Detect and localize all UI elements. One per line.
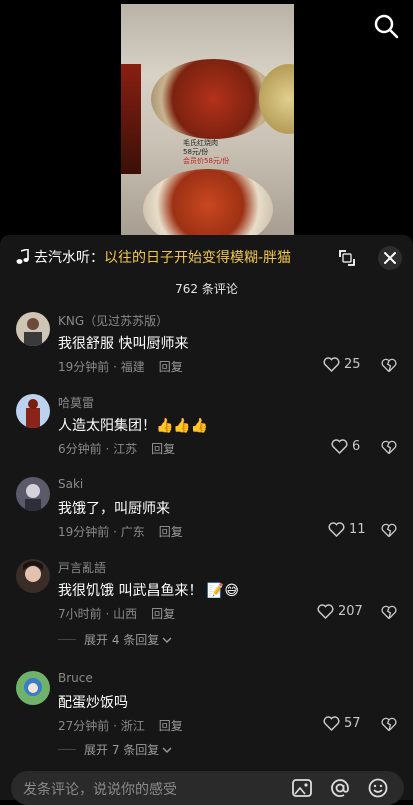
- food-image-top: [151, 59, 276, 139]
- comment-meta: 6分钟前 · 江苏 回复: [58, 440, 175, 457]
- reply-button[interactable]: 回复: [159, 360, 183, 374]
- comment-text: 配蛋炒饭吗: [58, 695, 128, 711]
- like-button[interactable]: 25: [323, 357, 361, 372]
- emoji-icon: [368, 778, 388, 798]
- menu-label: 毛氏红烧肉 58元/份 会员价58元/份: [183, 139, 263, 166]
- music-prefix: 去汽水听：: [34, 250, 104, 266]
- broken-heart-icon: [381, 440, 397, 455]
- avatar[interactable]: [16, 671, 50, 705]
- comment-count: 762 条评论: [175, 282, 238, 296]
- username[interactable]: Saki: [58, 477, 83, 491]
- music-link[interactable]: 去汽水听： 以往的日子开始变得模糊-胖猫: [16, 247, 291, 267]
- comment-meta: 19分钟前 · 广东 回复: [58, 523, 183, 540]
- menu-member-price: 会员价58元/份: [183, 157, 230, 165]
- heart-icon: [317, 604, 334, 619]
- broken-heart-icon: [381, 358, 397, 373]
- like-button[interactable]: 57: [323, 716, 361, 731]
- username[interactable]: 戸言亂語: [58, 559, 106, 576]
- like-button[interactable]: 6: [331, 439, 360, 454]
- comment-input-placeholder: 发条评论，说说你的感受: [23, 782, 177, 798]
- comment-time-location: 19分钟前 · 广东: [58, 525, 145, 539]
- dislike-button[interactable]: [381, 605, 397, 621]
- broken-heart-icon: [381, 523, 397, 538]
- image-button[interactable]: [291, 777, 313, 799]
- reply-button[interactable]: 回复: [159, 719, 183, 733]
- comment-time-location: 7小时前 · 山西: [58, 607, 138, 621]
- comment-time-location: 19分钟前 · 福建: [58, 360, 145, 374]
- close-button[interactable]: [378, 246, 402, 270]
- like-count: 25: [344, 357, 361, 372]
- like-count: 57: [344, 716, 361, 731]
- expand-replies-label: 展开 7 条回复: [84, 743, 160, 757]
- broken-heart-icon: [381, 717, 397, 732]
- heart-icon: [331, 439, 348, 454]
- comment-time-location: 6分钟前 · 江苏: [58, 442, 138, 456]
- expand-icon: [339, 250, 355, 266]
- close-icon: [384, 252, 396, 264]
- food-image-left: [121, 64, 141, 174]
- reply-button[interactable]: 回复: [151, 607, 175, 621]
- chevron-down-icon: [162, 637, 172, 643]
- comment-text: 我饿了，叫厨师来: [58, 501, 170, 517]
- mention-button[interactable]: [329, 777, 351, 799]
- like-count: 11: [349, 522, 366, 537]
- username[interactable]: 哈莫雷: [58, 394, 94, 411]
- video-player[interactable]: 毛氏红烧肉 58元/份 会员价58元/份: [0, 0, 413, 240]
- expand-replies-label: 展开 4 条回复: [84, 633, 160, 647]
- heart-icon: [328, 522, 345, 537]
- reply-button[interactable]: 回复: [159, 525, 183, 539]
- menu-item-name: 毛氏红烧肉: [183, 139, 218, 147]
- expand-replies-button[interactable]: 展开 7 条回复: [58, 741, 172, 758]
- comment-text: 我很舒服 快叫厨师来: [58, 336, 189, 352]
- avatar[interactable]: [16, 477, 50, 511]
- search-icon: [374, 14, 399, 39]
- music-note-icon: [16, 249, 29, 264]
- username[interactable]: Bruce: [58, 671, 93, 685]
- food-image-bottom: [143, 169, 273, 240]
- broken-heart-icon: [381, 605, 397, 620]
- like-button[interactable]: 11: [328, 522, 366, 537]
- image-icon: [292, 779, 312, 797]
- comment-meta: 19分钟前 · 福建 回复: [58, 358, 183, 375]
- heart-icon: [323, 357, 340, 372]
- like-button[interactable]: 207: [317, 604, 363, 619]
- divider: [58, 639, 76, 640]
- comment-text: 我很饥饿 叫武昌鱼来！ 📝😅: [58, 583, 239, 599]
- expand-replies-button[interactable]: 展开 4 条回复: [58, 631, 172, 648]
- avatar[interactable]: [16, 394, 50, 428]
- comment-text: 人造太阳集团！👍👍👍: [58, 418, 209, 434]
- reply-button[interactable]: 回复: [151, 442, 175, 456]
- avatar[interactable]: [16, 559, 50, 593]
- search-button[interactable]: [372, 12, 400, 40]
- heart-icon: [323, 716, 340, 731]
- video-frame: 毛氏红烧肉 58元/份 会员价58元/份: [121, 4, 294, 240]
- dislike-button[interactable]: [381, 440, 397, 456]
- expand-button[interactable]: [336, 247, 358, 269]
- chevron-down-icon: [162, 747, 172, 753]
- dislike-button[interactable]: [381, 717, 397, 733]
- food-image-right: [259, 64, 294, 134]
- menu-item-price: 58元/份: [183, 148, 209, 156]
- comment-meta: 27分钟前 · 浙江 回复: [58, 717, 183, 734]
- at-sign-icon: [331, 779, 349, 797]
- music-song-title[interactable]: 以往的日子开始变得模糊-胖猫: [104, 247, 291, 267]
- comment-meta: 7小时前 · 山西 回复: [58, 605, 175, 622]
- like-count: 207: [338, 604, 363, 619]
- emoji-button[interactable]: [367, 777, 389, 799]
- username[interactable]: KNG（见过苏苏版）: [58, 312, 168, 329]
- like-count: 6: [352, 439, 361, 454]
- avatar[interactable]: [16, 312, 50, 346]
- divider: [58, 749, 76, 750]
- dislike-button[interactable]: [381, 523, 397, 539]
- comment-time-location: 27分钟前 · 浙江: [58, 719, 145, 733]
- dislike-button[interactable]: [381, 358, 397, 374]
